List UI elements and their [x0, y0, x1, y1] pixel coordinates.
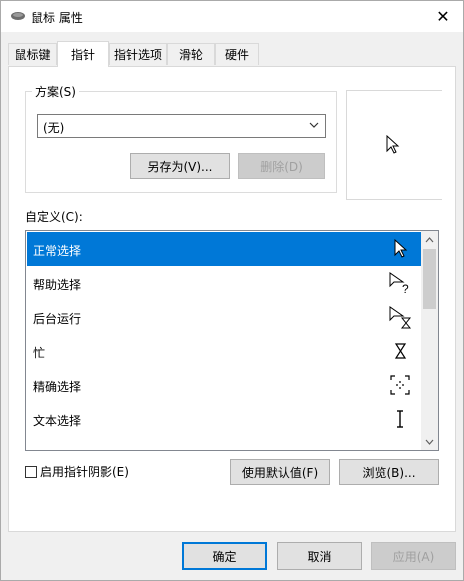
- busy-hourglass-icon: [394, 343, 407, 359]
- enable-shadow-label: 启用指针阴影(E): [40, 465, 129, 479]
- window-title: 鼠标 属性: [31, 11, 83, 25]
- browse-button[interactable]: 浏览(B)...: [339, 459, 439, 485]
- chevron-down-icon: [425, 439, 434, 445]
- list-item[interactable]: 后台运行: [27, 300, 421, 334]
- list-scrollbar[interactable]: [421, 231, 438, 450]
- pointers-panel: 方案(S) (无) 另存为(V)... 删除(D) 自定义(C): 正常选择 帮…: [8, 66, 456, 532]
- cancel-button[interactable]: 取消: [277, 542, 362, 570]
- scroll-thumb[interactable]: [423, 249, 436, 309]
- text-ibeam-icon: [397, 410, 403, 428]
- save-as-button[interactable]: 另存为(V)...: [130, 153, 230, 179]
- scroll-down-button[interactable]: [421, 433, 438, 450]
- checkbox-box[interactable]: [25, 465, 37, 478]
- close-button[interactable]: ✕: [429, 4, 457, 28]
- close-icon: ✕: [436, 6, 450, 26]
- scheme-dropdown[interactable]: (无): [37, 114, 326, 138]
- list-item[interactable]: 精确选择: [27, 368, 421, 402]
- list-item[interactable]: 正常选择: [27, 232, 421, 266]
- scroll-up-button[interactable]: [421, 231, 438, 248]
- tab-pointer-options[interactable]: 指针选项: [109, 43, 167, 65]
- tab-hardware[interactable]: 硬件: [215, 43, 259, 65]
- delete-button[interactable]: 删除(D): [238, 153, 325, 179]
- precision-crosshair-icon: [390, 375, 410, 395]
- help-cursor-icon: ?: [389, 272, 409, 295]
- arrow-cursor-icon: [386, 135, 400, 154]
- cursor-preview: [346, 90, 442, 200]
- apply-button[interactable]: 应用(A): [371, 542, 456, 570]
- svg-text:?: ?: [402, 282, 409, 295]
- tab-buttons[interactable]: 鼠标键: [8, 43, 57, 65]
- tab-wheel[interactable]: 滑轮: [167, 43, 215, 65]
- scheme-group: 方案(S) (无) 另存为(V)... 删除(D): [25, 83, 337, 193]
- ok-button[interactable]: 确定: [182, 542, 267, 570]
- cursor-list[interactable]: 正常选择 帮助选择 ? 后台运行 忙 精确选择 文本选择: [25, 230, 439, 451]
- working-cursor-icon: [389, 306, 412, 329]
- customize-label: 自定义(C):: [25, 210, 83, 224]
- list-item[interactable]: 文本选择: [27, 402, 421, 436]
- list-item[interactable]: 帮助选择 ?: [27, 266, 421, 300]
- scheme-legend: 方案(S): [32, 83, 79, 100]
- arrow-cursor-icon: [394, 238, 408, 258]
- mouse-icon: [11, 12, 25, 20]
- use-default-button[interactable]: 使用默认值(F): [230, 459, 330, 485]
- chevron-down-icon: [309, 122, 319, 128]
- tab-pointers[interactable]: 指针: [57, 41, 109, 67]
- mouse-properties-dialog: 鼠标 属性 ✕ 鼠标键 指针 指针选项 滑轮 硬件 方案(S) (无) 另存为(…: [0, 0, 464, 581]
- enable-shadow-checkbox[interactable]: 启用指针阴影(E): [25, 463, 129, 480]
- scheme-selected-value: (无): [43, 121, 65, 135]
- list-item[interactable]: 忙: [27, 334, 421, 368]
- title-bar: 鼠标 属性 ✕: [1, 1, 463, 32]
- chevron-up-icon: [425, 236, 434, 242]
